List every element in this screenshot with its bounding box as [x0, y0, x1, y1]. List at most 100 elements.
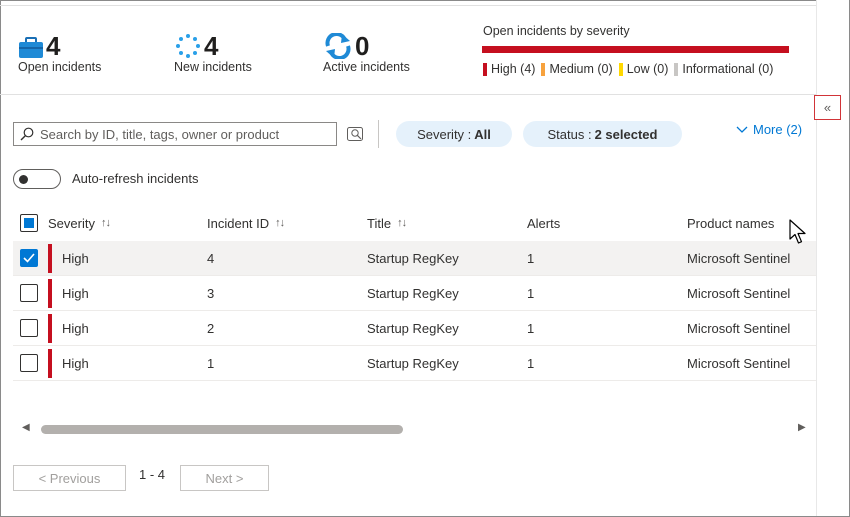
cell-alerts: 1 [527, 285, 535, 301]
stat-open-incidents: 4 Open incidents [18, 31, 101, 74]
row-checkbox[interactable] [20, 284, 38, 302]
cell-title: Startup RegKey [367, 250, 459, 266]
cell-severity: High [62, 355, 89, 371]
cell-title: Startup RegKey [367, 320, 459, 336]
column-header-incident-id-label: Incident ID [207, 215, 270, 231]
cell-severity: High [62, 250, 89, 266]
legend-swatch-high [483, 62, 487, 76]
filter-settings-icon[interactable] [346, 124, 366, 144]
scroll-right-icon[interactable]: ▶ [798, 422, 806, 433]
next-page-button[interactable]: Next > [180, 465, 269, 491]
chevron-down-icon [736, 126, 748, 133]
legend-label-low: Low (0) [626, 62, 669, 76]
cell-incident-id: 2 [207, 320, 215, 336]
cell-incident-id: 1 [207, 355, 215, 371]
cell-severity: High [62, 320, 89, 336]
previous-page-button[interactable]: < Previous [13, 465, 126, 491]
active-incidents-count: 0 [355, 31, 370, 61]
active-incidents-label: Active incidents [323, 60, 410, 74]
checkmark-icon [23, 253, 35, 263]
more-filters-button[interactable]: More (2) [736, 122, 802, 137]
table-row[interactable]: High 2 Startup RegKey 1 Microsoft Sentin… [13, 311, 816, 346]
row-checkbox[interactable] [20, 249, 38, 267]
row-checkbox[interactable] [20, 354, 38, 372]
cell-alerts: 1 [527, 355, 535, 371]
status-filter-label: Status : [547, 126, 592, 142]
scrollbar-thumb[interactable] [41, 425, 403, 434]
column-header-alerts[interactable]: Alerts [527, 205, 560, 241]
table-row[interactable]: High 3 Startup RegKey 1 Microsoft Sentin… [13, 276, 816, 311]
severity-filter-pill[interactable]: Severity : All [396, 121, 512, 147]
cell-product-names: Microsoft Sentinel [687, 320, 791, 336]
sort-arrows-icon: ↑↓ [397, 217, 407, 229]
scroll-left-icon[interactable]: ◀ [22, 422, 30, 433]
spinner-icon [176, 34, 200, 58]
cell-alerts: 1 [527, 320, 535, 336]
legend-item-medium: Medium (0) [541, 62, 613, 76]
cell-product-names: Microsoft Sentinel [687, 250, 791, 266]
table-header-row: Severity ↑↓ Incident ID ↑↓ Title ↑↓ Aler… [13, 205, 816, 241]
severity-chart-title: Open incidents by severity [483, 24, 630, 38]
column-header-title-label: Title [367, 215, 392, 231]
cell-severity: High [62, 285, 89, 301]
legend-item-low: Low (0) [618, 62, 669, 76]
severity-bar-high [482, 46, 789, 53]
horizontal-scrollbar[interactable]: ◀ ▶ [13, 420, 810, 438]
toggle-knob [19, 175, 28, 184]
right-panel-gutter [816, 0, 849, 516]
column-header-title[interactable]: Title ↑↓ [367, 205, 407, 241]
column-header-severity-label: Severity [48, 215, 95, 231]
sort-arrows-icon: ↑↓ [100, 217, 111, 229]
auto-refresh-label: Auto-refresh incidents [72, 171, 199, 186]
legend-item-high: High (4) [483, 62, 535, 76]
search-icon [20, 127, 34, 141]
new-incidents-label: New incidents [174, 60, 252, 74]
mouse-cursor-icon [789, 219, 806, 244]
cell-incident-id: 3 [207, 285, 215, 301]
cell-incident-id: 4 [207, 250, 215, 266]
column-header-product-names[interactable]: Product names [687, 205, 774, 241]
collapse-panel-button[interactable]: « [814, 95, 841, 120]
legend-swatch-low [618, 62, 623, 76]
new-incidents-count: 4 [204, 31, 219, 61]
legend-label-high: High (4) [491, 62, 536, 76]
severity-indicator [48, 279, 52, 308]
cell-alerts: 1 [527, 250, 535, 266]
column-header-product-names-label: Product names [687, 215, 775, 231]
severity-legend: High (4) Medium (0) Low (0) Informationa… [483, 62, 773, 76]
section-divider [0, 94, 816, 95]
legend-label-medium: Medium (0) [549, 62, 613, 76]
auto-refresh-toggle[interactable] [13, 169, 61, 189]
severity-filter-value: All [474, 126, 491, 142]
table-row[interactable]: High 1 Startup RegKey 1 Microsoft Sentin… [13, 346, 816, 381]
column-header-incident-id[interactable]: Incident ID ↑↓ [207, 205, 285, 241]
partial-check-mark [24, 218, 34, 228]
toolbar-separator [378, 120, 379, 148]
more-filters-label: More (2) [753, 122, 803, 137]
legend-label-informational: Informational (0) [682, 62, 774, 76]
refresh-icon [325, 33, 351, 59]
status-filter-value: 2 selected [594, 126, 658, 142]
briefcase-icon [19, 37, 43, 58]
legend-item-informational: Informational (0) [674, 62, 773, 76]
column-header-alerts-label: Alerts [527, 215, 561, 231]
table-row[interactable]: High 4 Startup RegKey 1 Microsoft Sentin… [13, 241, 816, 276]
severity-indicator [48, 349, 52, 378]
search-input[interactable] [40, 126, 330, 142]
select-all-checkbox[interactable] [20, 214, 38, 232]
page-range: 1 - 4 [139, 467, 166, 482]
severity-indicator [48, 314, 52, 343]
cell-title: Startup RegKey [367, 285, 459, 301]
incidents-table: Severity ↑↓ Incident ID ↑↓ Title ↑↓ Aler… [13, 205, 816, 381]
search-box[interactable] [13, 122, 337, 146]
column-header-severity[interactable]: Severity ↑↓ [48, 205, 111, 241]
cell-product-names: Microsoft Sentinel [687, 285, 791, 301]
stat-active-incidents: 0 Active incidents [323, 31, 410, 74]
severity-indicator [48, 244, 52, 273]
stat-new-incidents: 4 New incidents [174, 31, 252, 74]
row-checkbox[interactable] [20, 319, 38, 337]
legend-swatch-medium [541, 62, 546, 76]
status-filter-pill[interactable]: Status :2 selected [523, 121, 682, 147]
severity-filter-label: Severity : [417, 126, 472, 142]
open-incidents-count: 4 [46, 31, 61, 61]
